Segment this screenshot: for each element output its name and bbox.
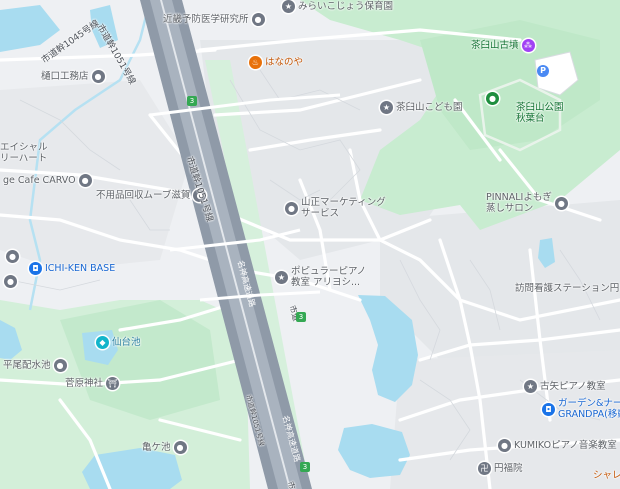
search-pin-icon: ● [4,275,17,288]
search-pin-icon: ● [173,441,187,454]
poi-sugawara[interactable]: 菅原神社 ⛩ [62,377,120,390]
poi-label: 茶臼山公園 [516,102,564,113]
poi-chausuyama-park[interactable]: ● [486,92,499,105]
poi-kumiko[interactable]: ● KUMIKOピアノ音楽教室 [498,439,620,452]
poi-label: 菅原神社 [65,378,104,389]
star-icon: ★ [524,380,537,393]
shopping-bag-icon: ◘ [29,262,42,275]
poi-label: KUMIKOピアノ音楽教室 [514,440,617,451]
search-pin-icon: ● [285,201,298,215]
poi-label: 円福院 [494,463,523,474]
school-icon: ★ [380,101,393,114]
poi-popular-piano[interactable]: ★ ポピュラーピアノ 教室 アリヨシ... [275,266,366,288]
poi-hirao[interactable]: 平尾配水池 ● [0,359,67,372]
poi-kinki-yobo[interactable]: 近畿予防医学研究所 ● [160,13,265,26]
poi-enpukuin[interactable]: 卍 円福院 [478,462,526,475]
poi-hananoya[interactable]: ♨ はなのや [249,56,306,69]
poi-houmon[interactable]: 訪問看護ステーション円 [512,283,620,294]
search-pin-icon: ● [53,359,67,372]
poi-social[interactable]: エイシャル リーハート [0,142,48,164]
poi-furuya-piano[interactable]: ★ 古矢ピアノ教室 [524,380,609,393]
poi-chausuyama-kodomoen[interactable]: ★ 茶臼山こども園 [380,101,466,114]
landmark-icon: ⁂ [521,39,535,52]
poi-label: ガーデン&ナー [558,398,620,409]
poi-shareo[interactable]: シャレ [590,470,620,481]
poi-label: 山正マーケティング [301,197,386,208]
parking-icon[interactable]: P [537,65,549,77]
poi-higuchi[interactable]: 樋口工務店 ● [38,70,105,83]
poi-sublabel: リーハート [0,153,48,164]
route-shield: 3 [187,96,197,106]
poi-label: エイシャル [0,142,48,153]
park-icon: ● [486,92,499,105]
poi-label: ポピュラーピアノ [291,266,367,277]
star-icon: ★ [275,270,288,284]
school-icon: ★ [282,0,295,13]
poi-label: 近畿予防医学研究所 [163,14,249,25]
route-shield: 3 [300,462,310,472]
poi-sublabel: サービス [301,208,340,219]
search-pin-icon: ● [554,196,568,210]
poi-label: シャレ [593,470,620,481]
poi-pinnali[interactable]: PINNALIよもぎ 蒸しサロン ● [486,192,568,214]
poi-label: はなのや [265,57,304,68]
poi-label: 仙台池 [112,337,141,348]
poi-label: みらいこじょう保育園 [298,1,394,12]
poi-yamamasa[interactable]: ● 山正マーケティング サービス [285,197,386,219]
poi-label: ICHI-KEN BASE [45,263,116,274]
poi-label: 亀ケ池 [142,442,171,453]
search-pin-icon: ● [6,250,19,263]
search-pin-icon: ● [78,174,92,187]
map-view[interactable]: 近畿予防医学研究所 ● ★ みらいこじょう保育園 ♨ はなのや 茶臼山古墳 ⁂ … [0,0,620,489]
poi-fuyouhin[interactable]: 不用品回収ムーブ滋賀 ● [93,189,207,202]
poi-left-edge[interactable]: ● [0,250,19,263]
poi-label: PINNALIよもぎ [486,192,552,203]
poi-chausuyama-kofun[interactable]: 茶臼山古墳 ⁂ [468,39,535,52]
poi-label: 訪問看護ステーション円 [515,283,620,294]
poi-label: 樋口工務店 [41,71,89,82]
poi-kamegaike[interactable]: 亀ケ池 ● [139,441,187,454]
poi-mirai[interactable]: ★ みらいこじょう保育園 [282,0,396,13]
poi-sublabel: 秋葉台 [516,113,545,124]
poi-cafe-carvo[interactable]: ge Cafe CARVO ● [0,174,92,187]
poi-label: 不用品回収ムーブ滋賀 [96,190,191,201]
route-shield: 3 [296,312,306,322]
poi-label: 茶臼山こども園 [396,102,463,113]
poi-ichiken[interactable]: ◘ ICHI-KEN BASE [29,262,118,275]
poi-sublabel: GRANDPA(移動 [558,409,620,420]
poi-sendaiike[interactable]: ◆ 仙台池 [96,336,144,349]
shrine-icon: ⛩ [106,377,120,390]
poi-sublabel: 教室 アリヨシ... [291,277,361,288]
poi-left-edge-2[interactable]: ● [0,275,17,288]
temple-icon: 卍 [478,462,491,475]
search-pin-icon: ● [251,13,265,26]
restaurant-icon: ♨ [249,56,262,69]
poi-label: 茶臼山古墳 [471,40,519,51]
poi-garden[interactable]: ◘ ガーデン&ナー GRANDPA(移動 [542,398,620,420]
poi-label: 古矢ピアノ教室 [540,381,606,392]
water-icon: ◆ [96,336,109,349]
poi-label: ge Cafe CARVO [3,175,76,186]
poi-label: 平尾配水池 [3,360,51,371]
shopping-bag-icon: ◘ [542,402,555,416]
poi-sublabel: 蒸しサロン [486,203,534,214]
search-pin-icon: ● [498,439,511,452]
search-pin-icon: ● [91,70,105,83]
poi-chausuyama-park-label: 茶臼山公園 秋葉台 [516,102,564,124]
